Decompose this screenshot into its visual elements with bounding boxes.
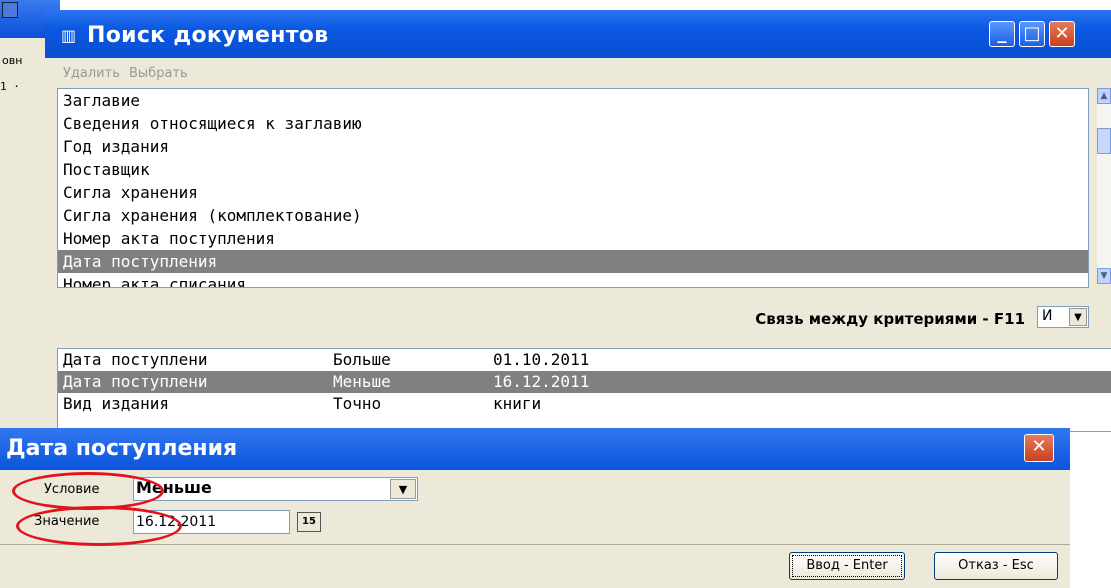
- table-row[interactable]: Дата поступлени Больше 01.10.2011: [58, 349, 1111, 371]
- background-menu-fragment: овн: [2, 54, 23, 67]
- scroll-thumb[interactable]: [1097, 128, 1111, 154]
- ok-button[interactable]: Ввод - Enter: [789, 552, 905, 580]
- list-item[interactable]: Сигла хранения (комплектование): [58, 204, 1088, 227]
- list-item-selected[interactable]: Дата поступления: [58, 250, 1088, 273]
- annotation-circle: [12, 472, 164, 510]
- list-item[interactable]: Заглавие: [58, 89, 1088, 112]
- dialog-titlebar: Дата поступления ✕: [0, 428, 1070, 470]
- date-criterion-dialog: Дата поступления ✕ Условие Меньше ▼ Знач…: [0, 428, 1070, 588]
- list-item[interactable]: Год издания: [58, 135, 1088, 158]
- field-list-scrollbar[interactable]: ▲ ▼: [1097, 88, 1111, 284]
- book-icon: ▥: [61, 26, 77, 45]
- divider: [0, 544, 1070, 545]
- annotation-circle: [16, 506, 182, 546]
- criteria-field: Дата поступлени: [63, 372, 208, 391]
- criteria-table[interactable]: Дата поступлени Больше 01.10.2011 Дата п…: [57, 348, 1111, 432]
- dialog-close-button[interactable]: ✕: [1024, 434, 1054, 462]
- chevron-down-icon[interactable]: ▼: [390, 479, 416, 499]
- list-item[interactable]: Номер акта поступления: [58, 227, 1088, 250]
- maximize-button[interactable]: □: [1019, 21, 1045, 47]
- close-icon: ✕: [1031, 436, 1047, 457]
- criteria-link-label: Связь между критериями - F11: [755, 310, 1025, 328]
- list-item[interactable]: Сведения относящиеся к заглавию: [58, 112, 1088, 135]
- scroll-up-icon[interactable]: ▲: [1097, 88, 1111, 104]
- criteria-field: Вид издания: [63, 394, 169, 413]
- criteria-link-panel: Связь между критериями - F11 И ▼: [57, 288, 1109, 346]
- window-title: Поиск документов: [87, 23, 329, 48]
- table-row[interactable]: Вид издания Точно книги: [58, 393, 1111, 415]
- search-documents-window: ▥ Поиск документов _ □ ✕ Удалить Выбрать…: [45, 10, 1111, 432]
- scroll-down-icon[interactable]: ▼: [1097, 268, 1111, 284]
- criteria-value: 01.10.2011: [493, 350, 590, 369]
- criteria-link-select[interactable]: И ▼: [1037, 306, 1089, 328]
- criteria-link-value: И: [1042, 308, 1053, 324]
- condition-select[interactable]: Меньше ▼: [133, 477, 418, 501]
- save-icon: [2, 2, 18, 18]
- menu-bar: Удалить Выбрать: [45, 58, 1111, 88]
- calendar-icon[interactable]: 15: [297, 512, 321, 532]
- menu-delete[interactable]: Удалить: [63, 66, 120, 81]
- list-item[interactable]: Номер акта списания: [58, 273, 1088, 287]
- criteria-value: 16.12.2011: [493, 372, 590, 391]
- close-icon: ✕: [1054, 23, 1070, 44]
- close-button[interactable]: ✕: [1049, 21, 1075, 47]
- chevron-down-icon[interactable]: ▼: [1069, 308, 1087, 326]
- minimize-button[interactable]: _: [989, 21, 1015, 47]
- field-list[interactable]: Заглавие Сведения относящиеся к заглавию…: [57, 88, 1089, 288]
- cancel-button[interactable]: Отказ - Esc: [934, 552, 1058, 580]
- titlebar: ▥ Поиск документов _ □ ✕: [45, 10, 1111, 58]
- list-item[interactable]: Сигла хранения: [58, 181, 1088, 204]
- criteria-field: Дата поступлени: [63, 350, 208, 369]
- list-item[interactable]: Поставщик: [58, 158, 1088, 181]
- criteria-condition: Точно: [333, 394, 382, 413]
- dialog-title: Дата поступления: [6, 436, 238, 461]
- criteria-condition: Меньше: [333, 372, 391, 391]
- minimize-icon: _: [997, 23, 1007, 44]
- table-row-selected[interactable]: Дата поступлени Меньше 16.12.2011: [58, 371, 1111, 393]
- menu-select[interactable]: Выбрать: [129, 66, 188, 81]
- maximize-icon: □: [1023, 23, 1041, 44]
- criteria-value: книги: [493, 394, 542, 413]
- background-row-fragment: 1 ·: [0, 80, 20, 93]
- criteria-condition: Больше: [333, 350, 391, 369]
